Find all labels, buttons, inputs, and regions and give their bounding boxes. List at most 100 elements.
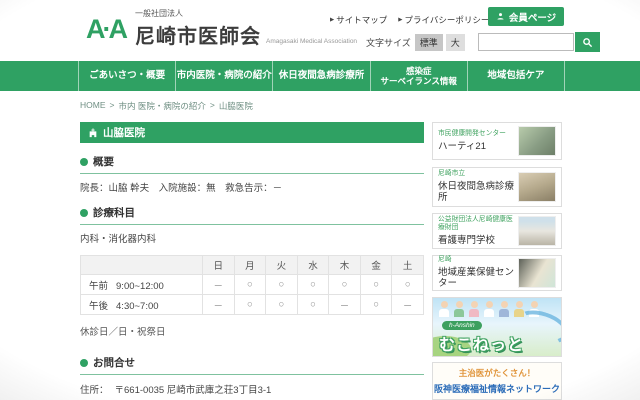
breadcrumb-clinics[interactable]: 市内 医院・病院の紹介 bbox=[118, 100, 205, 112]
bullet-icon bbox=[80, 208, 88, 217]
banner-top-label: 尼崎 bbox=[438, 256, 452, 264]
schedule-cell: － bbox=[202, 274, 235, 295]
site-logo[interactable]: A·A 一般社団法人 尼崎市医師会 Amagasaki Medical Asso… bbox=[86, 8, 357, 49]
nav-item-clinics[interactable]: 市内医院・病院の紹介 bbox=[175, 61, 272, 91]
breadcrumb: HOME > 市内 医院・病院の紹介 > 山脇医院 bbox=[80, 100, 253, 112]
nav-item-label: ごあいさつ・概要 bbox=[89, 70, 166, 82]
address-value: 〒661-0035 尼崎市武庫之荘3丁目3-1 bbox=[114, 385, 272, 396]
bullet-icon bbox=[80, 358, 88, 367]
banner-mukonet[interactable]: h-Anshin むこねっと bbox=[432, 297, 562, 357]
address-label: 住所： bbox=[80, 385, 109, 396]
privacy-policy-link[interactable]: ▶ プライバシーポリシー bbox=[398, 14, 489, 26]
font-size-label: 文字サイズ bbox=[366, 37, 411, 48]
site-title: 尼崎市医師会 bbox=[135, 26, 261, 48]
banner-hanshin-network[interactable]: 主治医がたくさん！ 阪神医療福祉情報ネットワーク bbox=[432, 362, 562, 400]
overview-text: 院長：山脇 幹夫 入院施設：無 救急告示：－ bbox=[80, 183, 283, 194]
arrow-icon: ▶ bbox=[330, 17, 335, 23]
search-input[interactable] bbox=[477, 33, 574, 51]
schedule-cell: － bbox=[202, 294, 235, 315]
time-label: 9:00~12:00 bbox=[116, 280, 164, 292]
banner-photo bbox=[518, 126, 556, 156]
font-size-standard-button[interactable]: 標準 bbox=[414, 33, 443, 51]
arrow-icon: ▶ bbox=[398, 17, 403, 23]
schedule-day-thu: 木 bbox=[328, 255, 361, 275]
nav-item-emergency-clinic[interactable]: 休日夜間急病診療所 bbox=[272, 61, 369, 91]
page-title: 山脇医院 bbox=[103, 127, 145, 139]
schedule-cell: ○ bbox=[296, 294, 330, 315]
nav-item-surveillance[interactable]: 感染症 サーベイランス情報 bbox=[369, 61, 467, 91]
nav-item-label: 地域包括ケア bbox=[487, 70, 545, 82]
breadcrumb-home[interactable]: HOME bbox=[80, 100, 106, 112]
nav-item-label: 休日夜間急病診療所 bbox=[278, 70, 365, 82]
org-type-label: 一般社団法人 bbox=[135, 9, 183, 18]
banner-top-label: 市民健康開発センター bbox=[438, 130, 506, 138]
nav-item-greeting[interactable]: ごあいさつ・概要 bbox=[78, 61, 175, 91]
nav-item-community-care[interactable]: 地域包括ケア bbox=[466, 61, 566, 91]
font-size-large-button[interactable]: 大 bbox=[445, 33, 465, 51]
time-label: 4:30~7:00 bbox=[116, 300, 159, 312]
banner-photo bbox=[518, 216, 556, 246]
banner-photo bbox=[518, 258, 556, 288]
schedule-day-wed: 水 bbox=[296, 255, 330, 275]
nav-item-label: 感染症 bbox=[405, 65, 432, 76]
schedule-day-sun: 日 bbox=[202, 255, 235, 275]
schedule-cell: ○ bbox=[359, 294, 393, 315]
schedule-day-tue: 火 bbox=[265, 255, 298, 275]
section-heading-label: 診療科目 bbox=[93, 207, 135, 219]
banner-title: ハーティ21 bbox=[438, 140, 486, 152]
section-heading-overview: 概要 bbox=[80, 154, 424, 174]
closed-days-note: 休診日／日・祝祭日 bbox=[80, 327, 166, 338]
schedule-cell: ○ bbox=[296, 274, 330, 295]
period-label: 午前 bbox=[89, 280, 109, 292]
schedule-row-morning: 午前 9:00~12:00 － ○ ○ ○ ○ ○ ○ bbox=[80, 274, 424, 295]
banner-nursing-school[interactable]: 公益財団法人尼崎健康医療財団 看護専門学校 bbox=[432, 213, 562, 249]
sitemap-link-label: サイトマップ bbox=[336, 15, 388, 25]
banner-emergency-clinic[interactable]: 尼崎市立 休日夜間急病診療所 bbox=[432, 167, 562, 207]
sitemap-link[interactable]: ▶ サイトマップ bbox=[330, 14, 387, 26]
hospital-icon bbox=[89, 127, 97, 137]
page: A·A 一般社団法人 尼崎市医師会 Amagasaki Medical Asso… bbox=[0, 0, 640, 400]
schedule-corner-cell bbox=[80, 255, 203, 275]
info-line-2: 阪神医療福祉情報ネットワーク bbox=[434, 384, 561, 394]
banner-title: 看護専門学校 bbox=[438, 234, 496, 246]
page-title-bar: 山脇医院 bbox=[80, 122, 424, 143]
schedule-cell: ○ bbox=[391, 274, 424, 295]
schedule-header-row: 日 月 火 水 木 金 土 bbox=[80, 255, 424, 275]
mukonet-title: むこねっと bbox=[439, 337, 525, 354]
departments-text: 内科・消化器内科 bbox=[80, 234, 157, 245]
banner-title: 休日夜間急病診療所 bbox=[438, 180, 515, 204]
main-nav: ごあいさつ・概要 市内医院・病院の紹介 休日夜間急病診療所 感染症 サーベイラン… bbox=[0, 61, 640, 91]
nav-item-label: サーベイランス情報 bbox=[380, 76, 457, 86]
section-heading-label: お問合せ bbox=[93, 357, 135, 369]
sidebar: 市民健康開発センター ハーティ21 尼崎市立 休日夜間急病診療所 公益財団法人尼… bbox=[432, 122, 562, 400]
schedule-cell: ○ bbox=[265, 294, 298, 315]
search-icon bbox=[582, 37, 592, 47]
schedule-cell: － bbox=[391, 294, 424, 315]
schedule-row-label: 午前 9:00~12:00 bbox=[80, 274, 203, 295]
schedule-table: 日 月 火 水 木 金 土 午前 9:00~12:00 － ○ ○ ○ ○ ○ … bbox=[80, 255, 424, 315]
search-button[interactable] bbox=[574, 32, 600, 52]
privacy-policy-link-label: プライバシーポリシー bbox=[404, 15, 490, 25]
schedule-cell: ○ bbox=[328, 274, 361, 295]
schedule-cell: － bbox=[328, 294, 361, 315]
banner-top-label: 公益財団法人尼崎健康医療財団 bbox=[438, 215, 513, 232]
banner-title: 地域産業保健センター bbox=[438, 266, 515, 290]
member-page-button[interactable]: 会員ページ bbox=[488, 7, 564, 26]
main-content: 山脇医院 概要 院長：山脇 幹夫 入院施設：無 救急告示：－ 診療科目 内科・消… bbox=[80, 122, 424, 400]
schedule-cell: ○ bbox=[233, 294, 267, 315]
address-row: 住所： 〒661-0035 尼崎市武庫之荘3丁目3-1 bbox=[80, 382, 424, 396]
banner-occupational-health[interactable]: 尼崎 地域産業保健センター bbox=[432, 255, 562, 291]
member-page-button-label: 会員ページ bbox=[508, 12, 557, 24]
logo-icon: A·A bbox=[86, 14, 128, 44]
info-line-1: 主治医がたくさん！ bbox=[458, 368, 536, 378]
schedule-day-sat: 土 bbox=[391, 255, 424, 275]
section-heading-contact: お問合せ bbox=[80, 355, 424, 375]
section-heading-label: 概要 bbox=[93, 156, 114, 168]
banner-photo bbox=[518, 172, 556, 202]
mukonet-badge: h-Anshin bbox=[442, 321, 482, 330]
site-subtitle: Amagasaki Medical Association bbox=[266, 38, 358, 45]
banner-harty21[interactable]: 市民健康開発センター ハーティ21 bbox=[432, 122, 562, 160]
period-label: 午後 bbox=[89, 300, 109, 312]
section-heading-departments: 診療科目 bbox=[80, 205, 424, 225]
schedule-cell: ○ bbox=[359, 274, 393, 295]
